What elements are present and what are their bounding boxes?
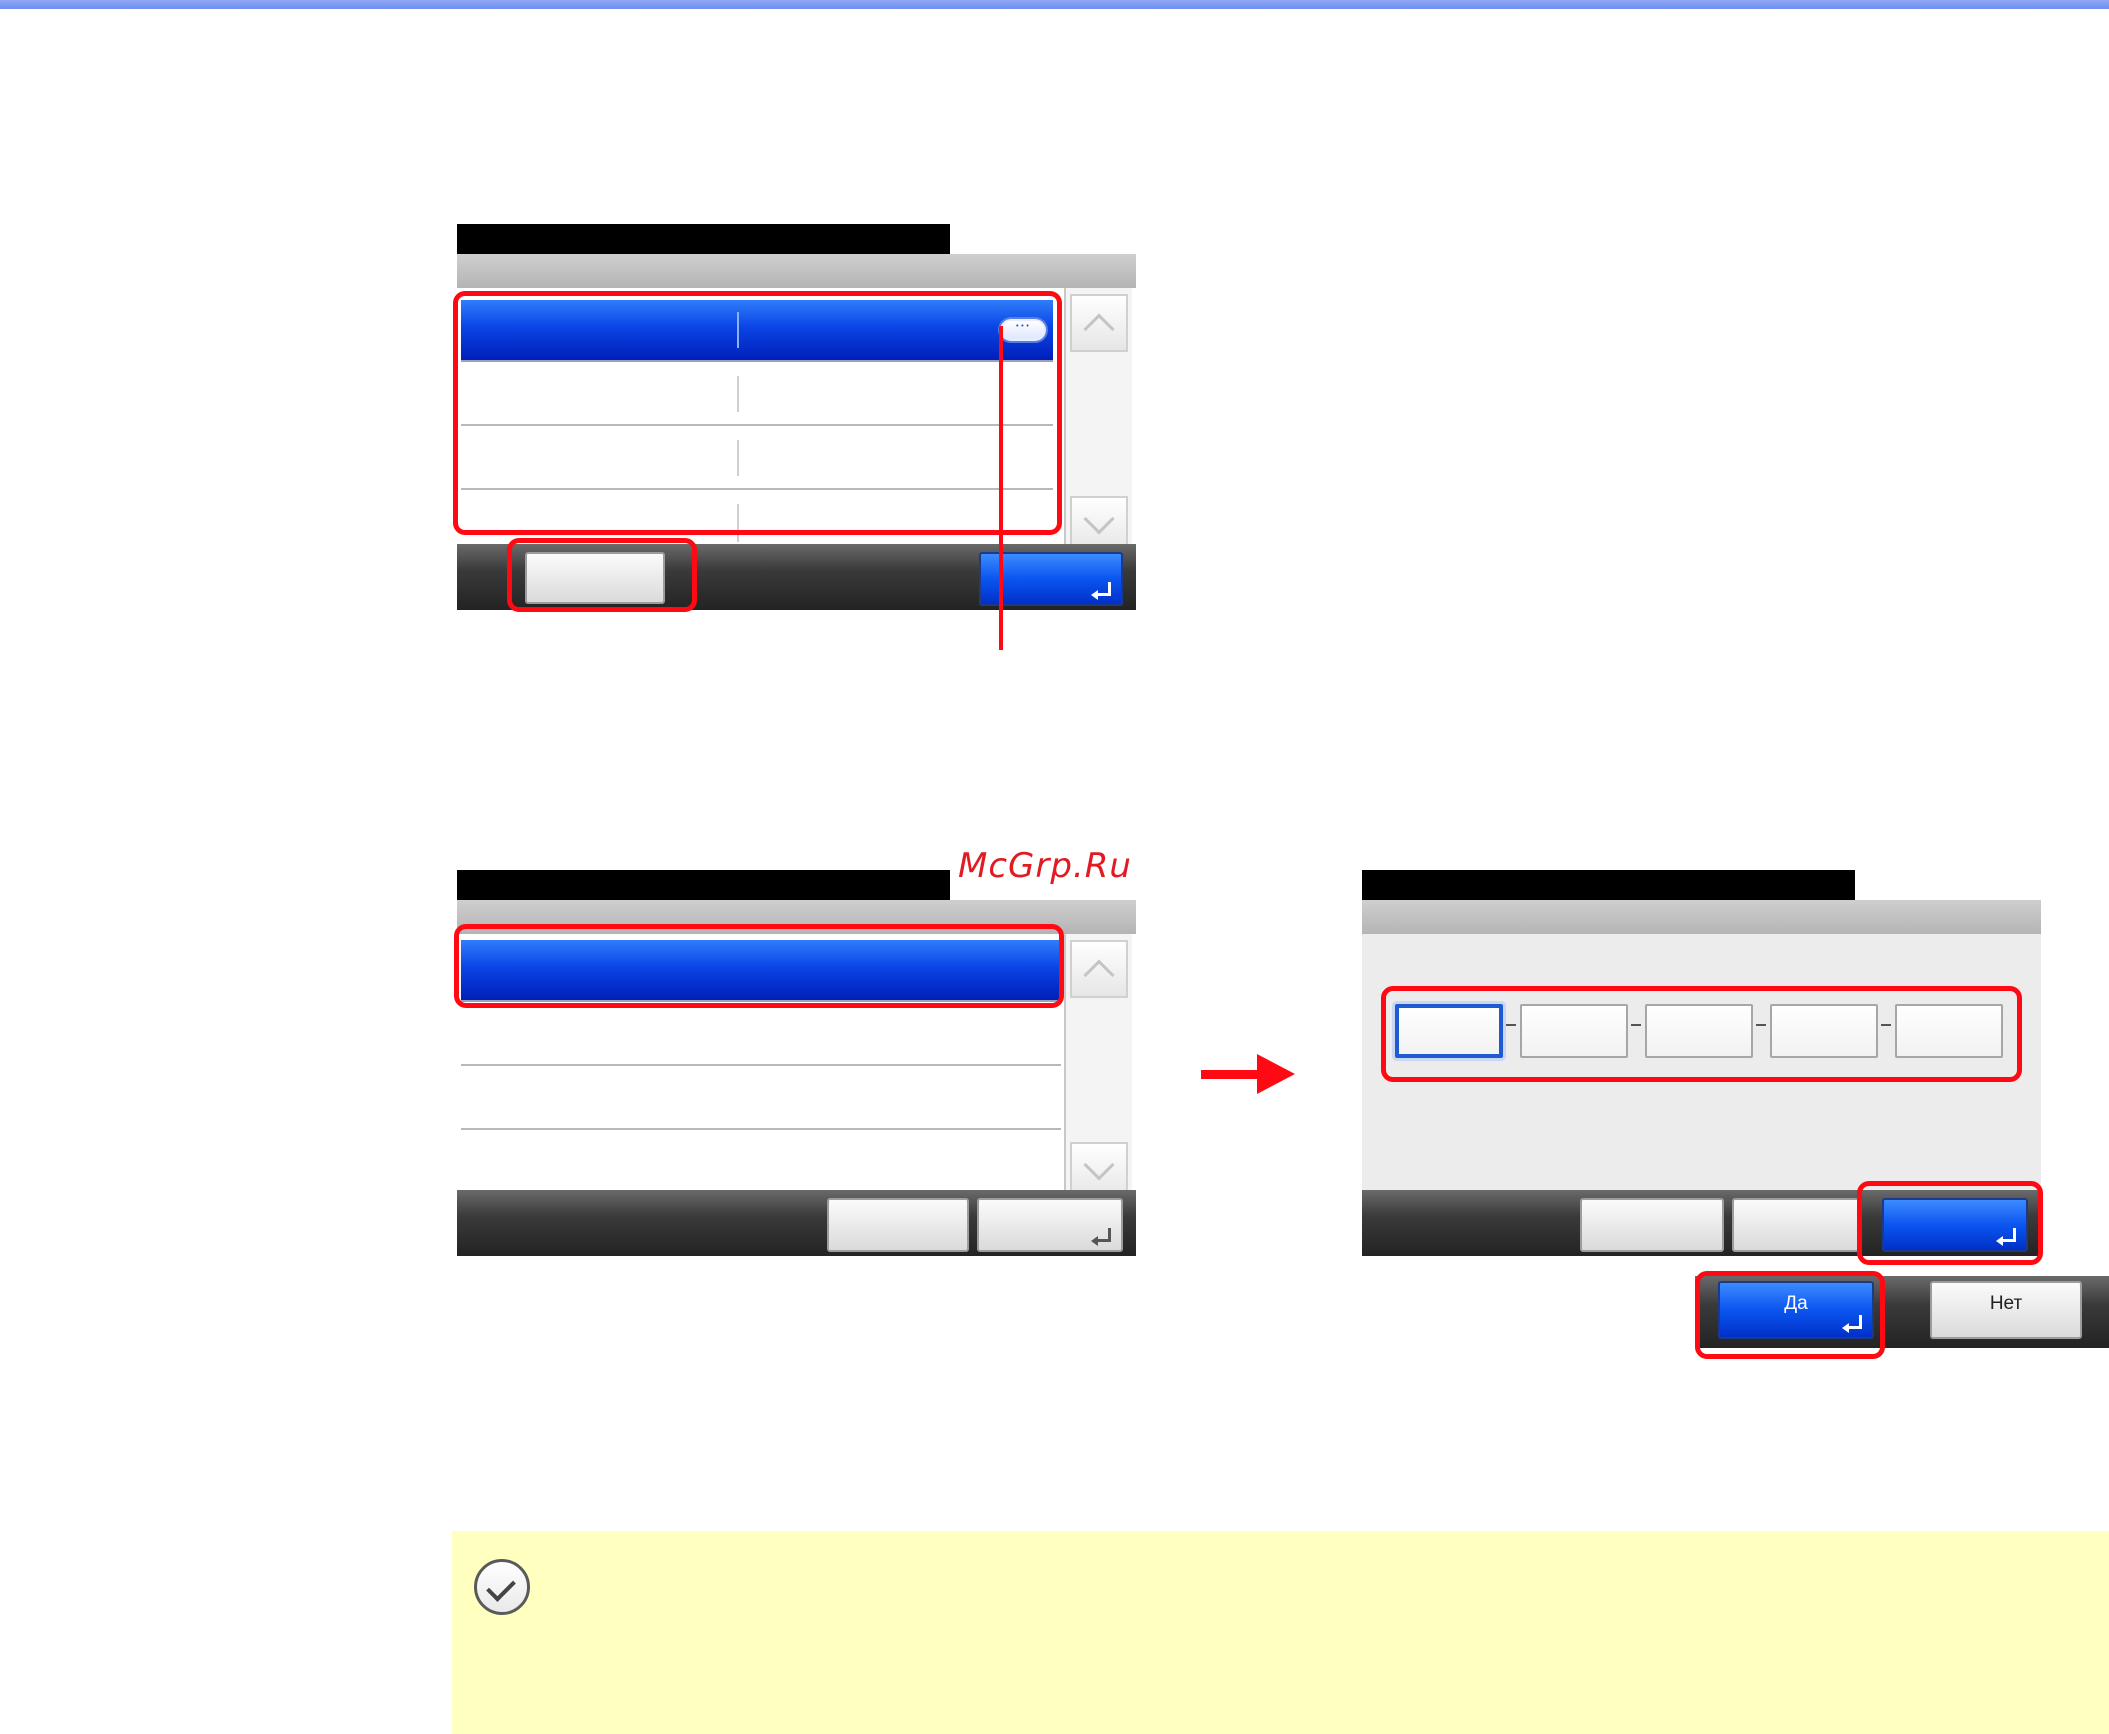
separator-dash [1756,1024,1766,1026]
footer-button-left[interactable] [525,552,665,604]
screen-header-bar [457,254,1136,288]
enter-key-icon [1091,1228,1111,1246]
column-divider [737,376,739,412]
address-field-4[interactable] [1770,1004,1878,1058]
list-row-selected[interactable] [461,940,1061,1002]
no-button[interactable]: Нет [1930,1281,2082,1339]
screen-header-bar [457,900,1136,934]
note-box [452,1531,2109,1734]
scrollbar[interactable] [1064,288,1132,568]
enter-key-icon [1842,1315,1862,1333]
screen-list-with-detail [453,224,1136,612]
screen-header-bar [1362,900,2041,934]
chevron-up-icon [1083,313,1115,345]
chevron-up-icon [1083,959,1115,991]
no-button-label: Нет [1989,1293,2023,1314]
scrollbar[interactable] [1064,934,1132,1214]
list-row[interactable] [461,1132,1061,1194]
screen-footer [457,544,1136,610]
list-row-selected[interactable] [461,300,1053,362]
yes-button-label: Да [1784,1293,1808,1314]
ok-button[interactable] [1882,1198,2028,1252]
separator-dash [1631,1024,1641,1026]
column-divider [737,312,739,348]
screen-list [454,870,1136,1256]
screen-address-entry [1362,870,2041,1256]
address-field-1[interactable] [1395,1004,1503,1058]
top-rule [0,0,2109,9]
address-field-2[interactable] [1520,1004,1628,1058]
column-divider [737,504,739,542]
yes-button[interactable]: Да [1718,1281,1874,1339]
separator-dash [1506,1024,1516,1026]
list-row[interactable] [461,1004,1061,1066]
entry-area [1362,934,2041,1190]
address-field-5[interactable] [1895,1004,2003,1058]
enter-key-icon [1091,582,1111,600]
address-field-3[interactable] [1645,1004,1753,1058]
column-divider [737,440,739,476]
footer-button-middle[interactable] [827,1198,969,1252]
check-circle-icon [474,1559,530,1615]
scroll-up-button[interactable] [1070,294,1128,352]
scroll-up-button[interactable] [1070,940,1128,998]
screen-title-bar [457,870,950,900]
chevron-down-icon [1083,1149,1115,1181]
chevron-down-icon [1083,503,1115,535]
enter-key-icon [1996,1228,2016,1246]
separator-dash [1881,1024,1891,1026]
footer-button-right[interactable] [977,1198,1123,1252]
footer-button-b[interactable] [1732,1198,1860,1252]
screen-title-bar [457,224,950,254]
footer-button-a[interactable] [1580,1198,1724,1252]
right-arrow-icon [1201,1054,1295,1094]
screen-title-bar [1362,870,1855,900]
more-dots-icon[interactable] [1000,319,1046,341]
list-row[interactable] [461,1068,1061,1130]
screen-footer [1362,1190,2041,1256]
list-row[interactable] [461,364,1053,426]
screen-footer [457,1190,1136,1256]
list-row[interactable] [461,428,1053,490]
callout-line [999,326,1003,650]
